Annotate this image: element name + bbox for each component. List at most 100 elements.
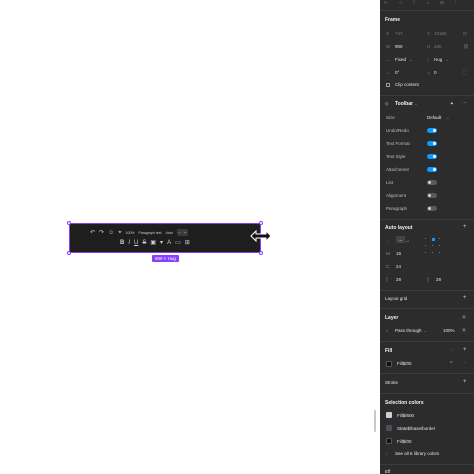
align-right-icon[interactable]: ⊤ bbox=[412, 0, 416, 6]
prop-label: Text Style bbox=[386, 154, 406, 159]
underline-icon[interactable]: U bbox=[134, 240, 138, 246]
gap-input[interactable]: 16 bbox=[396, 251, 401, 256]
see-all-colors-link[interactable]: See all 6 library colors bbox=[395, 451, 439, 456]
height-mode-select[interactable]: Hug bbox=[434, 57, 442, 62]
prop-label: Size bbox=[386, 115, 395, 120]
chevron-down-icon: ⌄ bbox=[423, 328, 427, 333]
prop-label: Attachment bbox=[386, 167, 409, 172]
library-icon: ⁝ bbox=[386, 451, 388, 456]
resize-handle-top-left[interactable] bbox=[67, 221, 71, 225]
image-icon[interactable]: ▭ bbox=[175, 240, 181, 246]
fill-style-name[interactable]: Fill$/00 bbox=[397, 361, 412, 366]
corner-radius-input[interactable]: 0 bbox=[434, 70, 437, 75]
emoji-icon[interactable]: ☺ bbox=[108, 230, 114, 236]
bold-icon[interactable]: B bbox=[120, 240, 124, 246]
styles-icon[interactable]: ⁘ bbox=[450, 347, 454, 353]
add-icon[interactable]: + bbox=[463, 379, 467, 385]
text-color-icon[interactable]: ▣ bbox=[150, 240, 156, 246]
zoom-select[interactable]: 100% bbox=[126, 231, 135, 235]
w-label: W bbox=[386, 44, 391, 49]
divider bbox=[380, 393, 474, 394]
padding-left-input[interactable]: 28 bbox=[396, 277, 401, 282]
resize-handle-top-right[interactable] bbox=[259, 221, 263, 225]
undo-redo-toggle[interactable] bbox=[427, 128, 437, 133]
padding-vertical-input[interactable]: 24 bbox=[396, 264, 401, 269]
opacity-input[interactable]: 100% bbox=[443, 328, 455, 333]
minus-icon[interactable]: − bbox=[179, 230, 181, 235]
x-input[interactable]: 747 bbox=[395, 31, 403, 36]
component-name[interactable]: Toolbar bbox=[395, 101, 413, 107]
paragraph-toggle[interactable] bbox=[427, 206, 437, 211]
add-icon[interactable]: + bbox=[463, 295, 467, 301]
width-mode-select[interactable]: Fixed bbox=[395, 57, 406, 62]
resize-handle-bottom-left[interactable] bbox=[67, 251, 71, 255]
format-painter-icon[interactable]: ⌖ bbox=[118, 230, 121, 236]
auto-layout-title: Auto layout bbox=[385, 225, 413, 231]
color-swatch[interactable] bbox=[386, 425, 392, 431]
divider bbox=[380, 95, 474, 96]
add-icon[interactable]: + bbox=[463, 347, 467, 353]
align-left-icon[interactable]: ⊢ bbox=[384, 0, 388, 6]
lock-ratio-icon[interactable]: ⛓ bbox=[463, 44, 469, 50]
visibility-icon[interactable]: ◉ bbox=[462, 327, 466, 333]
clip-content-checkbox[interactable] bbox=[386, 83, 390, 87]
constraints-icon[interactable]: ⊡ bbox=[463, 31, 467, 37]
component-instance-icon[interactable]: ✦ bbox=[450, 101, 454, 107]
font-select[interactable]: Arial bbox=[166, 231, 173, 235]
corner-radius-icon: ╭ bbox=[427, 70, 430, 75]
fill-swatch[interactable] bbox=[386, 361, 392, 367]
add-icon[interactable]: + bbox=[463, 224, 467, 230]
detach-icon[interactable]: ⌗ bbox=[450, 360, 453, 365]
eye-icon[interactable]: ◉ bbox=[462, 314, 466, 320]
link-icon[interactable]: ⊞ bbox=[185, 240, 190, 246]
color-swatch[interactable] bbox=[386, 412, 392, 418]
size-select[interactable]: Default bbox=[427, 115, 441, 120]
resize-handle-bottom-right[interactable] bbox=[259, 251, 263, 255]
h-input[interactable]: 180 bbox=[434, 44, 442, 49]
blend-mode-select[interactable]: Pass through bbox=[395, 328, 422, 333]
color-name[interactable]: Fill$/00 bbox=[397, 439, 412, 444]
padding-right-input[interactable]: 28 bbox=[436, 277, 441, 282]
canvas-scrollbar[interactable] bbox=[374, 410, 376, 432]
font-size-stepper[interactable]: − + bbox=[176, 229, 189, 236]
padding-left-icon: ⫿ bbox=[386, 277, 388, 282]
direction-vertical-icon[interactable]: ↓ bbox=[386, 239, 388, 244]
text-style-toggle[interactable] bbox=[427, 154, 437, 159]
alignment-grid[interactable] bbox=[422, 235, 444, 257]
color-swatch[interactable] bbox=[386, 438, 392, 444]
highlight-icon[interactable]: ▾ bbox=[160, 240, 163, 246]
align-center-icon[interactable]: ⊣ bbox=[398, 0, 402, 6]
horizontal-resize-cursor-icon bbox=[250, 230, 272, 242]
layer-title: Layer bbox=[385, 315, 399, 321]
toolbar-frame[interactable]: ↶ ↷ ☺ ⌖ 100% Paragraph text Arial − + B … bbox=[69, 223, 261, 253]
fill-title: Fill bbox=[385, 348, 393, 354]
attachment-toggle[interactable] bbox=[427, 167, 437, 172]
align-top-icon[interactable]: ⊥ bbox=[426, 0, 430, 6]
color-name[interactable]: State$/base/border bbox=[397, 426, 435, 431]
rotation-input[interactable]: 0° bbox=[395, 70, 399, 75]
italic-icon[interactable]: I bbox=[128, 240, 130, 246]
remove-icon[interactable]: − bbox=[463, 360, 466, 365]
align-middle-icon[interactable]: ⊟ bbox=[440, 0, 444, 6]
list-toggle[interactable] bbox=[427, 180, 437, 185]
w-input[interactable]: 900 bbox=[395, 44, 403, 49]
independent-corners-icon[interactable]: ⛶ bbox=[463, 70, 466, 75]
toolbar-row-bottom: B I U S ▣ ▾ A ▭ ⊞ bbox=[120, 240, 194, 246]
strikethrough-icon[interactable]: S bbox=[142, 240, 146, 246]
wrap-icon[interactable]: ↵ bbox=[406, 239, 410, 245]
plus-icon[interactable]: + bbox=[184, 230, 186, 235]
undo-icon[interactable]: ↶ bbox=[90, 230, 95, 236]
text-style-icon[interactable]: A bbox=[167, 240, 171, 246]
padding-vertical-icon: ⊏ bbox=[386, 264, 390, 269]
text-format-toggle[interactable] bbox=[427, 141, 437, 146]
direction-horizontal-icon[interactable]: → bbox=[396, 236, 405, 243]
redo-icon[interactable]: ↷ bbox=[99, 230, 104, 236]
color-name[interactable]: Fill$/600 bbox=[397, 413, 414, 418]
alignment-toggle[interactable] bbox=[427, 193, 437, 198]
distribute-icon[interactable]: ⫶ bbox=[455, 0, 456, 5]
more-icon[interactable]: ⋯ bbox=[462, 100, 467, 106]
independent-padding-icon[interactable]: ◌ bbox=[462, 277, 465, 282]
y-input[interactable]: 43165 bbox=[434, 31, 447, 36]
chevron-down-icon: ⌄ bbox=[445, 57, 449, 62]
paragraph-select[interactable]: Paragraph text bbox=[139, 231, 162, 235]
